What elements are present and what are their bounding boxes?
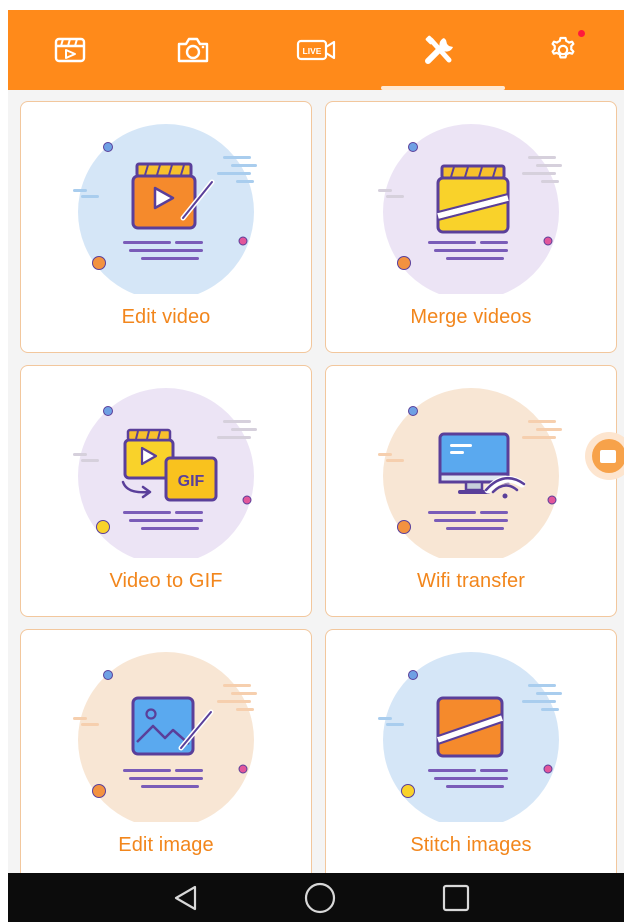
wifi-transfer-icon	[378, 388, 562, 558]
camera-icon	[177, 37, 209, 63]
video-to-gif-card[interactable]: GIF Video to GIF	[20, 365, 312, 617]
edit-image-card[interactable]: Edit image	[20, 629, 312, 873]
merge-videos-icon	[378, 124, 562, 294]
tab-tools[interactable]	[378, 10, 502, 90]
tools-icon	[425, 35, 453, 64]
tab-live[interactable]: LIVE	[254, 10, 378, 90]
wifi-transfer-card[interactable]: Wifi transfer	[325, 365, 617, 617]
recents-square-icon	[442, 884, 470, 911]
merge-videos-label: Merge videos	[410, 306, 532, 328]
home-circle-icon	[304, 882, 336, 913]
video-to-gif-icon: GIF	[73, 388, 257, 558]
video-clapper-icon	[54, 37, 86, 63]
stitch-images-label: Stitch images	[410, 834, 532, 856]
nav-recents-button[interactable]	[426, 873, 486, 922]
edit-image-icon	[73, 652, 257, 822]
gif-badge-text: GIF	[178, 473, 205, 490]
notification-dot	[578, 30, 585, 37]
tab-video-recorder[interactable]	[8, 10, 132, 90]
floating-bubble-icon	[592, 439, 624, 473]
merge-videos-card[interactable]: Merge videos	[325, 101, 617, 353]
video-to-gif-label: Video to GIF	[109, 570, 223, 592]
tools-grid: Edit video Merge videos GIF Video to GIF…	[8, 90, 624, 873]
edit-video-card[interactable]: Edit video	[20, 101, 312, 353]
tab-screenshot[interactable]	[131, 10, 255, 90]
stitch-images-card[interactable]: Stitch images	[325, 629, 617, 873]
nav-back-button[interactable]	[156, 873, 216, 922]
settings-gear-icon	[551, 36, 575, 59]
live-record-icon: LIVE	[296, 39, 336, 61]
wifi-transfer-label: Wifi transfer	[417, 570, 525, 592]
stitch-images-icon	[378, 652, 562, 822]
back-triangle-icon	[174, 885, 197, 910]
top-tab-bar: LIVE	[8, 10, 624, 90]
system-navigation-bar	[8, 873, 624, 922]
svg-text:LIVE: LIVE	[303, 46, 322, 56]
nav-home-button[interactable]	[290, 873, 350, 922]
status-bar	[0, 0, 624, 10]
tab-settings[interactable]	[501, 10, 624, 90]
edit-video-icon	[73, 124, 257, 294]
edit-image-label: Edit image	[118, 834, 214, 856]
edit-video-label: Edit video	[121, 306, 211, 328]
